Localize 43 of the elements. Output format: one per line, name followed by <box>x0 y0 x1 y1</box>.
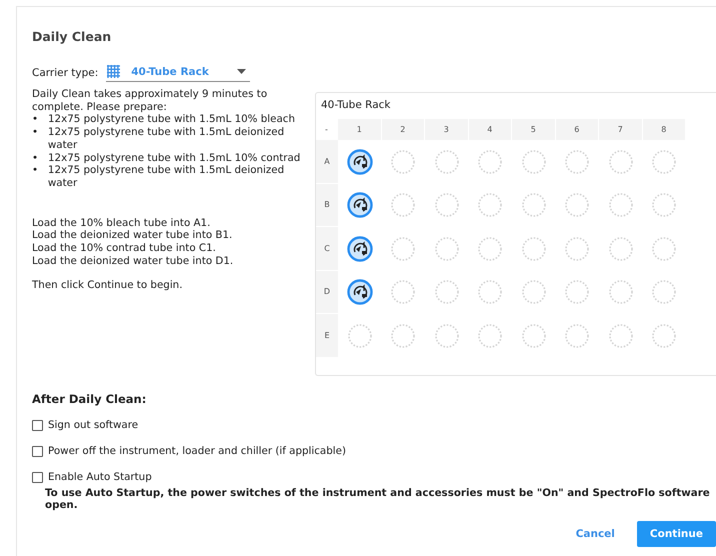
grid-icon <box>106 64 122 79</box>
list-item: 12x75 polystyrene tube with 1.5mL deionized water <box>48 126 286 152</box>
list-item: 12x75 polystyrene tube with 1.5mL deionized water <box>48 164 286 190</box>
dialog-title: Daily Clean <box>32 29 112 44</box>
list-item: 12x75 polystyrene tube with 1.5mL 10% contrad <box>48 152 300 164</box>
note-text: To use Auto Startup, the power switches of the instrument and accessories must be "On" and SpectroFlo software open. <box>45 487 711 511</box>
checkbox[interactable] <box>32 446 43 456</box>
bullet: • <box>32 164 40 178</box>
column-header: 2 <box>382 119 425 140</box>
checkbox-label: Enable Auto Startup <box>48 471 152 483</box>
continue-button[interactable]: Continue <box>636 521 716 547</box>
column-header: 7 <box>599 119 642 140</box>
instruction-line: Load the deionized water tube into B1. <box>32 229 234 242</box>
intro-text: Daily Clean takes approximately 9 minutes to complete. Please prepare: <box>32 88 268 114</box>
column-header: 6 <box>556 119 599 140</box>
column-header: 3 <box>425 119 468 140</box>
row-header: A <box>316 140 338 184</box>
instruction-line: Load the 10% contrad tube into C1. <box>32 242 217 255</box>
carrier-dropdown[interactable]: 40-Tube Rack <box>106 64 250 82</box>
checkbox-label: Power off the instrument, loader and chiller (if applicable) <box>48 445 346 457</box>
row-header: D <box>316 270 338 314</box>
checkbox-label: Sign out software <box>48 419 138 431</box>
bullet: • <box>32 152 40 164</box>
row-header: C <box>316 227 338 270</box>
bullet: • <box>32 113 40 126</box>
column-header: 4 <box>468 119 512 140</box>
instruction-line: Load the 10% bleach tube into A1. <box>32 216 212 230</box>
row-header: E <box>316 314 338 358</box>
list-item: 12x75 polystyrene tube with 1.5mL 10% bleach <box>48 113 295 126</box>
cancel-button[interactable]: Cancel <box>568 522 623 546</box>
carrier-label: Carrier type: <box>32 67 98 79</box>
column-header: 5 <box>512 119 556 140</box>
checkbox[interactable] <box>32 472 43 482</box>
column-header: 8 <box>642 119 686 140</box>
instruction-line: Load the deionized water tube into D1. <box>32 254 234 268</box>
caret-icon <box>237 69 246 74</box>
bullet: • <box>32 126 40 140</box>
instruction-line: Then click Continue to begin. <box>32 279 184 292</box>
rack-title: 40-Tube Rack <box>320 98 392 113</box>
row-header: B <box>316 184 338 227</box>
checkbox[interactable] <box>32 420 43 430</box>
column-header: 1 <box>338 119 382 140</box>
section-heading: After Daily Clean: <box>32 392 148 406</box>
